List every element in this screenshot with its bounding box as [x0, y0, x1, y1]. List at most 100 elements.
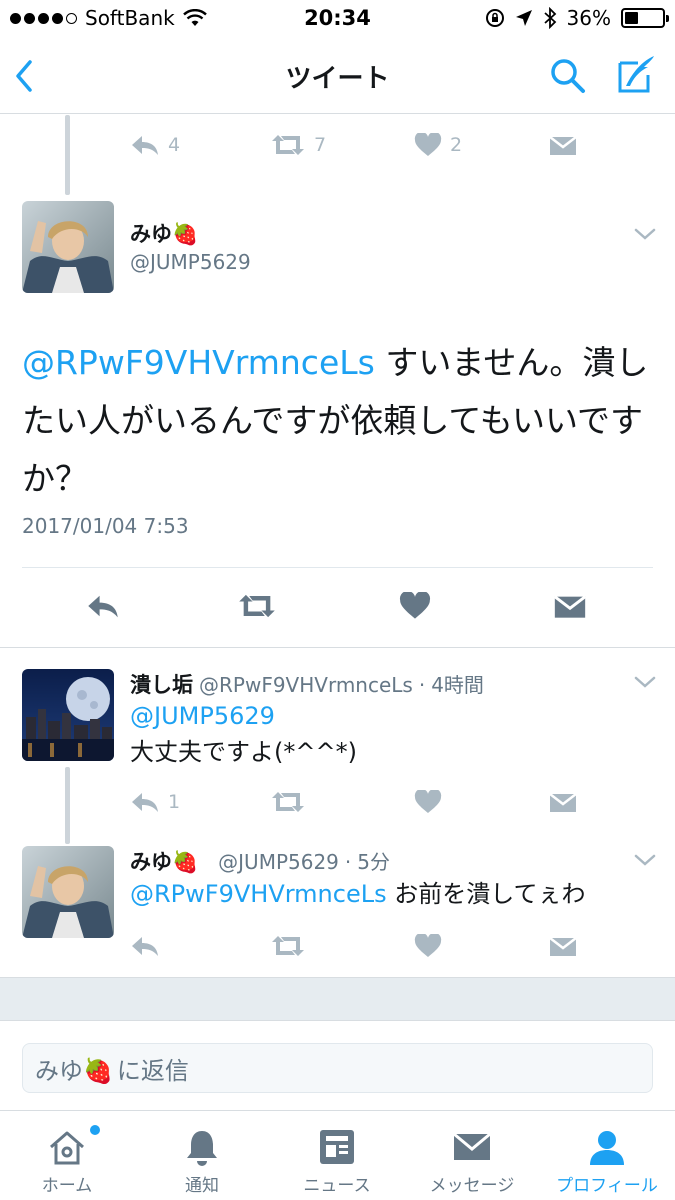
rotation-lock-icon — [485, 9, 504, 27]
retweet-icon — [272, 135, 304, 155]
reply-text: @RPwF9VHVrmnceLs お前を潰してぇわ — [130, 876, 586, 912]
author-handle: @JUMP5629 — [130, 250, 251, 274]
envelope-icon — [549, 937, 577, 956]
envelope-icon — [549, 793, 577, 812]
retweet-action[interactable]: 7 — [270, 133, 326, 157]
heart-icon — [399, 592, 431, 619]
reply-count: 4 — [168, 134, 181, 156]
tab-news[interactable]: ニュース — [272, 1111, 402, 1200]
tab-bar: ホーム 通知 ニュース メッセージ プロフィール — [0, 1110, 675, 1200]
tab-messages[interactable]: メッセージ — [407, 1111, 537, 1200]
dm-action[interactable] — [549, 133, 577, 157]
reply-mention[interactable]: @JUMP5629 — [130, 698, 357, 734]
like-action[interactable] — [399, 592, 431, 620]
tab-label: メッセージ — [429, 1176, 515, 1196]
tweet-mention[interactable]: @RPwF9VHVrmnceLs — [22, 343, 375, 382]
reply-header: みゆ🍓 @JUMP5629 · 5分 — [130, 846, 390, 876]
parent-action-row: 4 7 2 — [0, 133, 675, 161]
like-action[interactable] — [414, 934, 442, 958]
reply-icon — [88, 595, 118, 618]
reply-text: @JUMP5629 大丈夫ですよ(*^^*) — [130, 698, 357, 770]
retweet-icon — [272, 792, 304, 812]
news-icon — [320, 1130, 354, 1164]
avatar[interactable] — [22, 846, 114, 938]
heart-icon — [414, 934, 442, 957]
author-handle: @RPwF9VHVrmnceLs — [199, 673, 413, 697]
tab-profile[interactable]: プロフィール — [542, 1111, 672, 1200]
status-right: 36% — [485, 6, 669, 30]
envelope-icon — [549, 136, 577, 155]
bell-icon — [187, 1131, 217, 1166]
tweet-action-row — [0, 592, 675, 622]
nav-bar: ツイート — [0, 38, 675, 114]
like-action[interactable] — [414, 790, 442, 814]
dm-action[interactable] — [549, 790, 577, 814]
location-icon — [515, 10, 532, 26]
like-count: 2 — [450, 134, 463, 156]
tab-label: プロフィール — [556, 1176, 658, 1196]
reply-action[interactable] — [86, 592, 120, 620]
reply-count: 1 — [168, 791, 181, 813]
author-name: みゆ🍓 — [130, 222, 199, 246]
reply-body: 大丈夫ですよ(*^^*) — [130, 738, 357, 766]
retweet-action[interactable] — [270, 934, 306, 958]
tweet-text: @RPwF9VHVrmnceLs すいません。潰したい人がいるんですが依頼しても… — [22, 334, 662, 508]
divider — [0, 647, 675, 648]
compose-icon[interactable] — [614, 53, 658, 97]
reply-action[interactable]: 4 — [130, 133, 180, 157]
status-bar: SoftBank 20:34 36% — [0, 0, 675, 38]
heart-icon — [414, 133, 442, 156]
author-handle: @JUMP5629 — [218, 850, 339, 874]
dm-action[interactable] — [553, 592, 587, 620]
reply-time: 4時間 — [431, 673, 484, 697]
chevron-down-icon[interactable] — [633, 226, 657, 242]
tab-label: ホーム — [41, 1176, 93, 1196]
reply-body: お前を潰してぇわ — [386, 880, 586, 908]
separator-dot: · — [418, 673, 426, 697]
author-name: 潰し垢 — [130, 673, 193, 697]
chevron-down-icon[interactable] — [633, 674, 657, 690]
tab-label: ニュース — [303, 1176, 371, 1196]
battery-icon — [621, 8, 669, 28]
notification-dot — [90, 1125, 100, 1135]
heart-icon — [414, 790, 442, 813]
bluetooth-icon — [543, 7, 556, 29]
search-icon[interactable] — [548, 56, 588, 96]
author-name: みゆ🍓 — [130, 850, 199, 874]
tab-label: 通知 — [185, 1176, 219, 1196]
like-action[interactable]: 2 — [414, 133, 462, 157]
envelope-icon — [453, 1132, 491, 1160]
retweet-action[interactable] — [237, 592, 277, 620]
separator-dot: · — [344, 850, 352, 874]
home-icon — [50, 1131, 84, 1165]
envelope-icon — [553, 595, 587, 618]
avatar[interactable] — [22, 201, 114, 293]
retweet-icon — [239, 594, 275, 618]
reply-action-row: 1 — [0, 790, 675, 816]
reply-input-label: に返信 — [116, 1056, 189, 1085]
section-separator — [0, 977, 675, 1021]
retweet-action[interactable] — [270, 790, 306, 814]
chevron-down-icon[interactable] — [633, 852, 657, 868]
reply-input[interactable]: みゆ🍓 に返信 — [22, 1043, 653, 1093]
dm-action[interactable] — [549, 934, 577, 958]
reply-icon — [132, 793, 158, 812]
reply-header: 潰し垢 @RPwF9VHVrmnceLs · 4時間 — [130, 669, 484, 699]
reply-action[interactable] — [130, 934, 160, 958]
divider — [22, 567, 653, 568]
reply-action-row — [0, 934, 675, 960]
tab-notifications[interactable]: 通知 — [137, 1111, 267, 1200]
avatar[interactable] — [22, 669, 114, 761]
reply-input-target: みゆ🍓 — [35, 1056, 113, 1085]
reply-icon — [132, 136, 158, 155]
retweet-icon — [272, 936, 304, 956]
reply-icon — [132, 937, 158, 956]
retweet-count: 7 — [314, 134, 327, 156]
reply-mention[interactable]: @RPwF9VHVrmnceLs — [130, 880, 387, 908]
reply-time: 5分 — [357, 850, 391, 874]
tweet-timestamp: 2017/01/04 7:53 — [22, 514, 189, 538]
battery-percent: 36% — [566, 6, 611, 30]
reply-action[interactable]: 1 — [130, 790, 180, 814]
tab-home[interactable]: ホーム — [2, 1111, 132, 1200]
person-icon — [590, 1131, 624, 1165]
